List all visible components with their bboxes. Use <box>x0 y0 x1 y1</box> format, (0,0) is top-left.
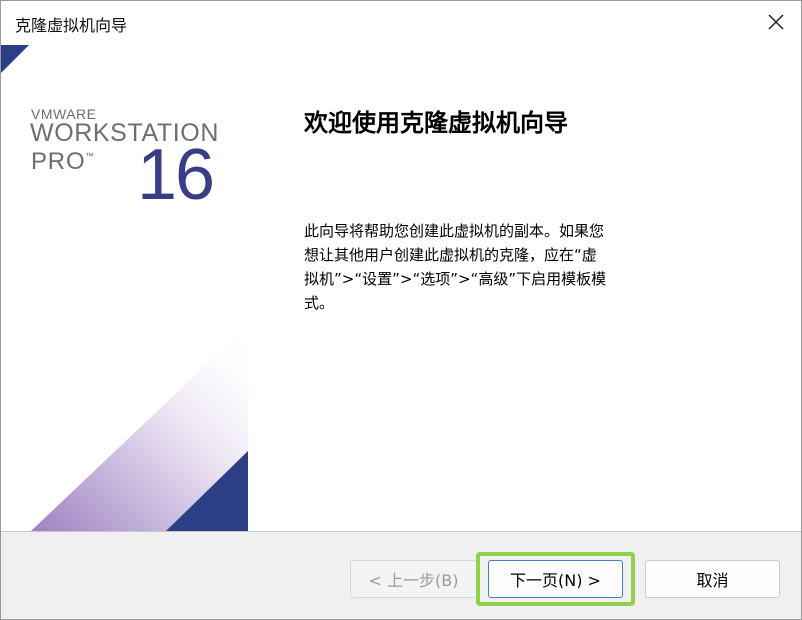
corner-triangle-top <box>1 45 29 73</box>
window-title: 克隆虚拟机向导 <box>15 16 128 35</box>
cancel-button[interactable]: 取消 <box>645 560 780 598</box>
wizard-sidebar-banner: VMWARE WORKSTATION PRO ™ 16 <box>1 45 248 531</box>
next-button[interactable]: 下一页(N) > <box>488 560 623 598</box>
brand-version-number: 16 <box>137 135 215 215</box>
close-button[interactable] <box>761 9 791 39</box>
close-icon <box>767 13 785 35</box>
title-bar: 克隆虚拟机向导 <box>1 1 801 45</box>
clone-vm-wizard-window: 克隆虚拟机向导 VMWARE WORKSTATION PRO ™ 16 欢迎使用… <box>0 0 802 620</box>
wizard-description: 此向导将帮助您创建此虚拟机的副本。如果您想让其他用户创建此虚拟机的克隆，应在“虚… <box>304 222 607 312</box>
button-bar: < 上一步(B) 下一页(N) > 取消 <box>1 531 801 619</box>
brand-pro-text: PRO <box>31 148 86 175</box>
brand-trademark: ™ <box>85 151 94 161</box>
back-button[interactable]: < 上一步(B) <box>350 560 477 598</box>
wizard-content: 欢迎使用克隆虚拟机向导 此向导将帮助您创建此虚拟机的副本。如果您想让其他用户创建… <box>249 45 801 531</box>
page-title: 欢迎使用克隆虚拟机向导 <box>304 108 568 137</box>
